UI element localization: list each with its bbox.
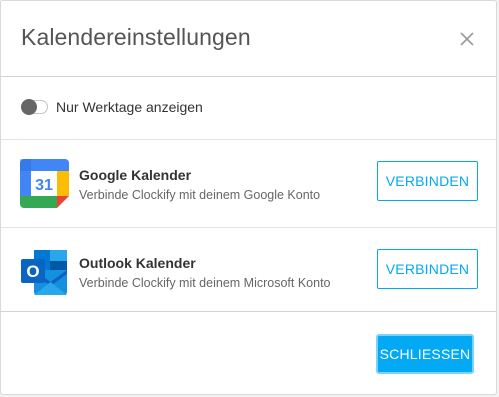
calendar-description: Verbinde Clockify mit deinem Microsoft K… bbox=[79, 276, 331, 290]
weekdays-only-label: Nur Werktage anzeigen bbox=[56, 99, 203, 115]
calendar-name: Google Kalender bbox=[79, 167, 192, 183]
calendar-description: Verbinde Clockify mit deinem Google Kont… bbox=[79, 188, 321, 202]
calendar-settings-dialog: Kalendereinstellungen Nur Werktage anzei… bbox=[0, 0, 497, 395]
connect-outlook-button[interactable]: VERBINDEN bbox=[377, 249, 478, 289]
outlook-icon: O bbox=[20, 248, 69, 297]
google-calendar-icon-text: 31 bbox=[35, 177, 53, 194]
google-calendar-icon: 31 bbox=[20, 159, 69, 208]
weekdays-only-setting: Nur Werktage anzeigen bbox=[1, 77, 496, 140]
dialog-footer: SCHLIESSEN bbox=[1, 312, 496, 394]
connect-google-button[interactable]: VERBINDEN bbox=[377, 161, 478, 201]
close-button[interactable]: SCHLIESSEN bbox=[376, 334, 474, 374]
toggle-knob bbox=[21, 99, 37, 115]
dialog-header: Kalendereinstellungen bbox=[1, 1, 496, 77]
calendar-name: Outlook Kalender bbox=[79, 255, 196, 271]
calendar-row-outlook: O Outlook Kalender Verbinde Clockify mit… bbox=[1, 228, 496, 312]
close-icon[interactable] bbox=[456, 28, 478, 50]
calendar-row-google: 31 Google Kalender Verbinde Clockify mit… bbox=[1, 140, 496, 228]
outlook-icon-text: O bbox=[26, 262, 39, 281]
weekdays-only-toggle[interactable] bbox=[21, 99, 48, 115]
dialog-title: Kalendereinstellungen bbox=[21, 24, 251, 50]
